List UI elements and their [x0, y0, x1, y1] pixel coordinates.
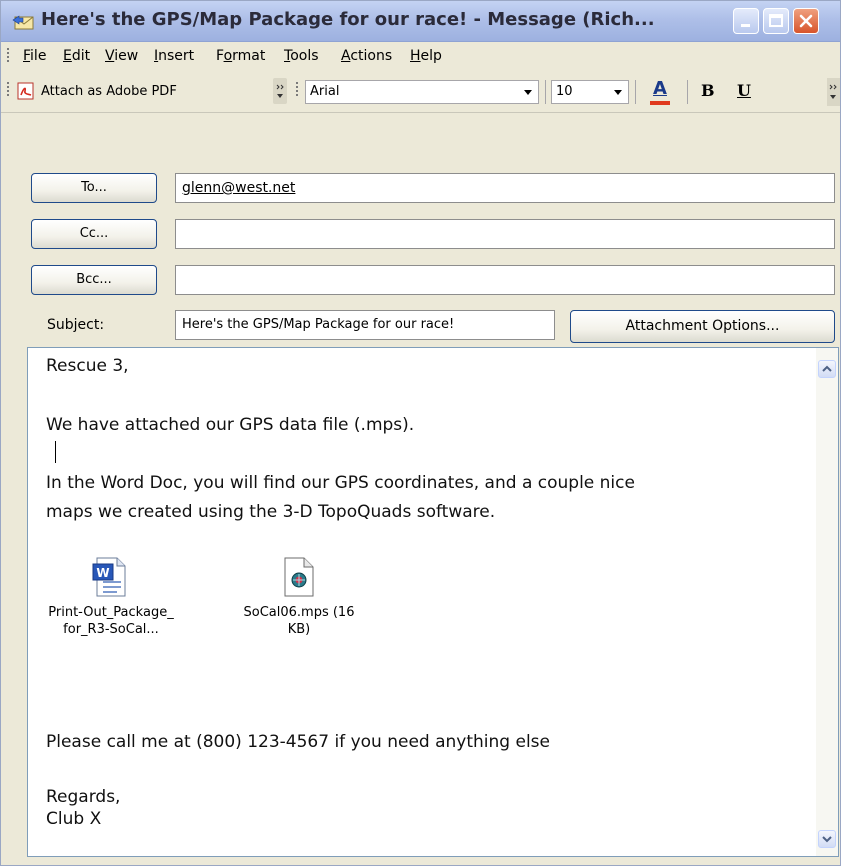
to-button[interactable]: To... [31, 173, 157, 203]
subject-field[interactable]: Here's the GPS/Map Package for our race! [175, 310, 555, 340]
to-field[interactable]: glenn@west.net [175, 173, 835, 203]
menu-view[interactable]: View [105, 48, 138, 64]
maximize-icon [769, 14, 783, 27]
attachment-mps-name-1: SoCal06.mps (16 [243, 605, 355, 620]
bcc-field[interactable] [175, 265, 835, 295]
body-signature: Club X [46, 809, 102, 829]
chevron-down-icon [822, 836, 832, 843]
dropdown-arrow-icon [524, 90, 532, 95]
title-bar[interactable]: Here's the GPS/Map Package for our race!… [1, 1, 840, 42]
attachment-word-doc-name-1: Print-Out_Package_ [48, 605, 174, 620]
text-caret [55, 441, 56, 463]
toolbar-separator [635, 80, 636, 104]
subject-label: Subject: [47, 317, 105, 333]
adobe-pdf-icon [17, 82, 34, 100]
body-line-word-doc: In the Word Doc, you will find our GPS c… [46, 473, 635, 493]
vertical-scrollbar[interactable] [816, 348, 838, 856]
font-color-button[interactable]: A [646, 78, 674, 106]
window-title: Here's the GPS/Map Package for our race!… [41, 9, 655, 30]
cc-field[interactable] [175, 219, 835, 249]
menu-help[interactable]: Help [410, 48, 442, 64]
font-size-value: 10 [556, 84, 573, 99]
menu-insert[interactable]: Insert [154, 48, 194, 64]
body-call-line: Please call me at (800) 123-4567 if you … [46, 732, 550, 752]
formatting-toolbar: Attach as Adobe PDF Arial 10 A B U [1, 72, 840, 112]
message-window: Here's the GPS/Map Package for our race!… [0, 0, 841, 866]
svg-text:W: W [96, 566, 109, 580]
attach-pdf-button[interactable]: Attach as Adobe PDF [41, 84, 177, 99]
body-line-topoquads: maps we created using the 3-D TopoQuads … [46, 502, 496, 522]
attachment-word-doc[interactable]: W Print-Out_Package_ for_R3-SoCal... [42, 556, 180, 638]
maximize-button[interactable] [763, 8, 789, 34]
attachment-mps-name-2: KB) [287, 622, 311, 637]
chevron-down-icon [829, 84, 837, 99]
font-name-select[interactable]: Arial [305, 80, 539, 104]
font-size-select[interactable]: 10 [551, 80, 629, 104]
to-recipient[interactable]: glenn@west.net [182, 180, 295, 196]
font-name-value: Arial [310, 84, 340, 99]
menu-file[interactable]: File [23, 48, 46, 64]
menubar-grip[interactable] [6, 48, 10, 64]
chevron-down-icon [276, 84, 284, 98]
minimize-icon [741, 24, 750, 27]
menu-bar: File Edit View Insert Format Tools Actio… [1, 42, 840, 72]
toolbar2-grip[interactable] [295, 82, 299, 98]
subject-value: Here's the GPS/Map Package for our race! [182, 317, 455, 332]
word-document-icon: W [92, 557, 126, 597]
menu-actions[interactable]: Actions [341, 48, 392, 64]
close-button[interactable] [793, 8, 819, 34]
body-greeting: Rescue 3, [46, 356, 129, 376]
dropdown-arrow-icon [614, 90, 622, 95]
toolbar2-overflow-button[interactable] [827, 78, 840, 106]
menu-tools[interactable]: Tools [284, 48, 319, 64]
body-line-attached: We have attached our GPS data file (.mps… [46, 415, 415, 435]
message-body[interactable]: Rescue 3, We have attached our GPS data … [27, 347, 839, 857]
scroll-up-button[interactable] [818, 360, 836, 378]
close-icon [799, 14, 813, 28]
message-envelope-icon [12, 15, 34, 30]
toolbar-overflow-button[interactable] [273, 78, 287, 104]
mps-file-icon [284, 557, 314, 597]
menu-edit[interactable]: Edit [63, 48, 90, 64]
toolbar-grip[interactable] [6, 82, 10, 98]
toolbar-separator [687, 80, 688, 104]
bold-button[interactable]: B [701, 81, 715, 100]
toolbar-separator [545, 80, 546, 104]
scroll-down-button[interactable] [818, 830, 836, 848]
menu-format[interactable]: Format [216, 48, 265, 64]
attachment-word-doc-name-2: for_R3-SoCal... [63, 622, 159, 637]
font-color-swatch [650, 101, 670, 105]
font-color-icon: A [653, 78, 667, 99]
header-spacer [1, 112, 840, 165]
minimize-button[interactable] [733, 8, 759, 34]
attachment-mps-file[interactable]: SoCal06.mps (16 KB) [224, 556, 374, 638]
attachment-options-button[interactable]: Attachment Options... [570, 310, 835, 343]
chevron-up-icon [822, 365, 832, 372]
underline-button[interactable]: U [737, 81, 751, 100]
cc-button[interactable]: Cc... [31, 219, 157, 249]
body-closing: Regards, [46, 787, 121, 807]
bcc-button[interactable]: Bcc... [31, 265, 157, 295]
